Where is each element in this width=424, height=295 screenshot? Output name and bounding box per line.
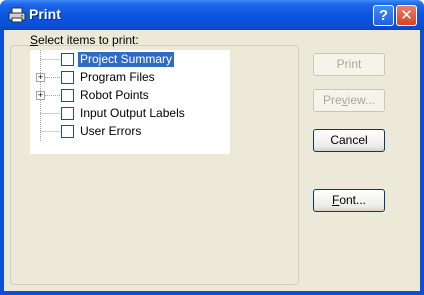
tree-item-label[interactable]: Robot Points (78, 88, 151, 103)
expand-icon[interactable]: + (36, 91, 45, 100)
print-button[interactable]: Print (313, 53, 385, 76)
item-checkbox[interactable] (61, 89, 74, 102)
tree-item-label[interactable]: Input Output Labels (78, 106, 187, 121)
tree-item-label[interactable]: User Errors (78, 124, 143, 139)
tree-item[interactable]: Input Output Labels (30, 105, 230, 123)
item-checkbox[interactable] (61, 53, 74, 66)
tree-item-label[interactable]: Program Files (78, 70, 157, 85)
mnemonic-s: S (30, 33, 39, 47)
title-bar[interactable]: Print ? ✕ (0, 0, 424, 30)
item-checkbox[interactable] (61, 107, 74, 120)
tree-item[interactable]: + Robot Points (30, 87, 230, 105)
tree-item-label[interactable]: Project Summary (78, 52, 175, 67)
tree-item[interactable]: Project Summary (30, 51, 230, 69)
tree-item[interactable]: + Program Files (30, 69, 230, 87)
print-dialog: Print ? ✕ Select items to print: Project… (0, 0, 424, 295)
window-title: Print (29, 6, 61, 22)
tree-item[interactable]: User Errors (30, 123, 230, 141)
expand-icon[interactable]: + (36, 73, 45, 82)
preview-button[interactable]: Preview... (313, 89, 385, 112)
item-checkbox[interactable] (61, 125, 74, 138)
cancel-button[interactable]: Cancel (313, 129, 385, 152)
font-button[interactable]: Font... (313, 189, 385, 212)
printer-icon (8, 7, 26, 23)
item-checkbox[interactable] (61, 71, 74, 84)
print-items-tree[interactable]: Project Summary + Program Files + Robot Poin… (30, 50, 230, 154)
close-button[interactable]: ✕ (396, 5, 417, 26)
help-button[interactable]: ? (373, 5, 394, 26)
select-items-label: Select items to print: (30, 33, 139, 47)
